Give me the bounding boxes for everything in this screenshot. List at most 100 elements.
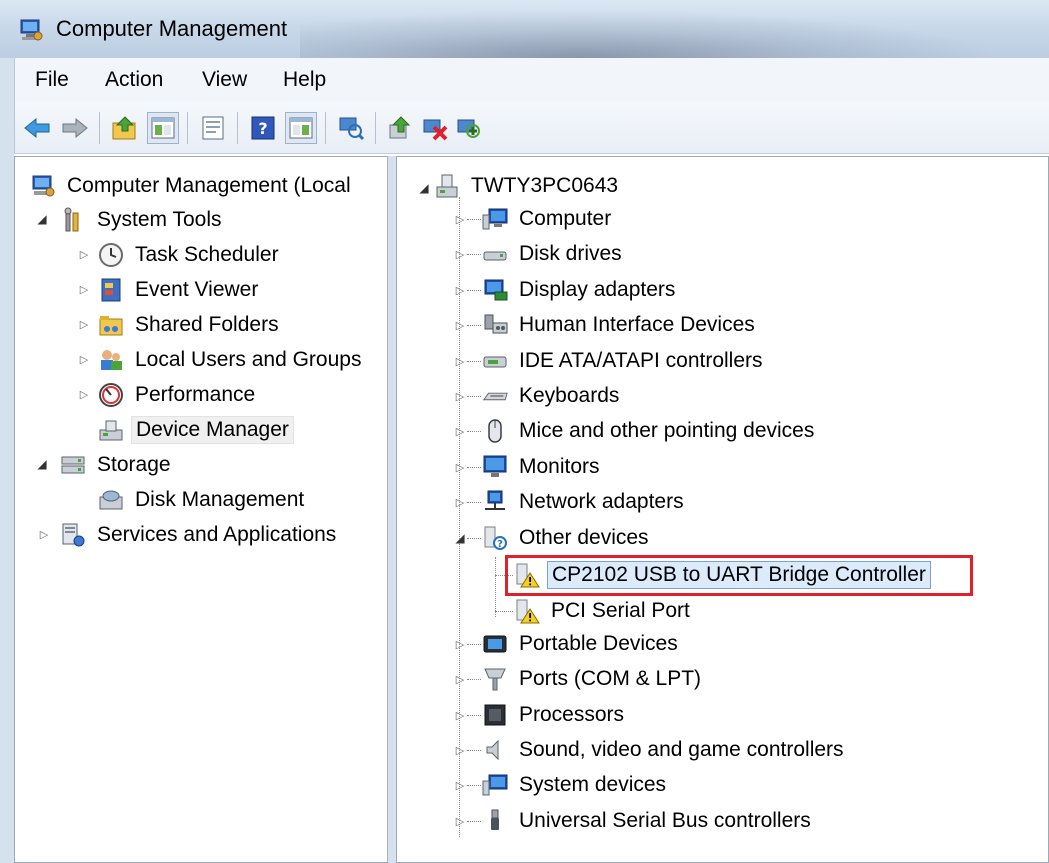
expand-arrow-icon[interactable]: ▷	[453, 495, 467, 509]
device-label: PCI Serial Port	[551, 599, 690, 622]
device-category[interactable]: System devices	[481, 768, 670, 802]
expand-arrow-icon[interactable]: ▷	[453, 354, 467, 368]
device-category[interactable]: ? Other devices	[481, 521, 653, 555]
device-category[interactable]: Human Interface Devices	[481, 308, 759, 342]
expand-arrow-icon[interactable]: ▷	[453, 672, 467, 686]
device-category[interactable]: Ports (COM & LPT)	[481, 662, 705, 696]
device-category-label: Disk drives	[519, 242, 622, 265]
tree-shared-folders[interactable]: Shared Folders	[97, 308, 283, 342]
device-category[interactable]: Monitors	[481, 450, 604, 484]
collapse-arrow-icon[interactable]: ◢	[35, 457, 49, 471]
title-bar-glass	[300, 10, 1000, 58]
tree-connector	[467, 502, 481, 503]
svg-text:?: ?	[497, 539, 503, 550]
uninstall-icon[interactable]	[419, 112, 451, 144]
system-tools-icon	[59, 206, 87, 234]
expand-arrow-icon[interactable]: ▷	[453, 778, 467, 792]
expand-arrow-icon[interactable]: ▷	[453, 637, 467, 651]
menu-help[interactable]: Help	[283, 68, 326, 92]
device-category[interactable]: Network adapters	[481, 485, 688, 519]
tree-local-users[interactable]: Local Users and Groups	[97, 343, 365, 377]
users-icon	[97, 346, 125, 374]
expand-arrow-icon[interactable]: ▷	[453, 460, 467, 474]
expand-arrow-icon[interactable]: ▷	[453, 318, 467, 332]
monitor-icon	[481, 453, 509, 481]
disk-management-icon	[97, 486, 125, 514]
enable-device-icon[interactable]	[453, 112, 485, 144]
device-category[interactable]: Sound, video and game controllers	[481, 733, 848, 767]
device-category[interactable]: Portable Devices	[481, 627, 682, 661]
up-folder-icon[interactable]	[109, 112, 141, 144]
highlight-box	[505, 555, 973, 596]
device-category-label: IDE ATA/ATAPI controllers	[519, 349, 763, 372]
expand-arrow-icon[interactable]: ▷	[77, 352, 91, 366]
tree-storage[interactable]: Storage	[59, 448, 175, 482]
tree-connector	[495, 611, 513, 612]
console-tree: Computer Management (Local ◢ System Tool…	[14, 156, 388, 863]
device-category[interactable]: IDE ATA/ATAPI controllers	[481, 344, 767, 378]
expand-arrow-icon[interactable]: ▷	[77, 282, 91, 296]
menu-view[interactable]: View	[202, 68, 247, 92]
back-icon[interactable]	[21, 112, 53, 144]
tree-computer-management[interactable]: Computer Management (Local	[29, 169, 355, 203]
device-category-label: Network adapters	[519, 490, 684, 513]
device-pci-serial[interactable]: PCI Serial Port	[513, 594, 694, 628]
expand-arrow-icon[interactable]: ▷	[37, 527, 51, 541]
expand-arrow-icon[interactable]: ▷	[453, 247, 467, 261]
device-category[interactable]: Keyboards	[481, 379, 623, 413]
device-category[interactable]: Universal Serial Bus controllers	[481, 804, 815, 838]
device-category-label: Display adapters	[519, 278, 676, 301]
computer-icon	[481, 205, 509, 233]
tree-label: Computer Management (Local	[67, 174, 351, 197]
tree-disk-management[interactable]: Disk Management	[97, 483, 308, 517]
scan-hardware-icon[interactable]	[335, 112, 367, 144]
expand-arrow-icon[interactable]: ▷	[77, 317, 91, 331]
tree-services-applications[interactable]: Services and Applications	[59, 518, 340, 552]
collapse-arrow-icon[interactable]: ◢	[453, 531, 467, 545]
tree-event-viewer[interactable]: Event Viewer	[97, 273, 262, 307]
expand-arrow-icon[interactable]: ▷	[453, 283, 467, 297]
pane-splitter[interactable]	[388, 156, 396, 863]
device-category[interactable]: Processors	[481, 698, 628, 732]
computer-management-icon	[20, 19, 43, 41]
expand-arrow-icon[interactable]: ▷	[453, 814, 467, 828]
tree-connector	[467, 679, 481, 680]
clock-icon	[97, 241, 125, 269]
expand-arrow-icon[interactable]: ▷	[77, 247, 91, 261]
properties-icon[interactable]	[197, 112, 229, 144]
menu-file[interactable]: File	[35, 68, 69, 92]
device-category[interactable]: Display adapters	[481, 273, 679, 307]
device-root[interactable]: TWTY3PC0643	[433, 169, 622, 203]
forward-icon[interactable]	[59, 112, 91, 144]
expand-arrow-icon[interactable]: ▷	[77, 387, 91, 401]
collapse-arrow-icon[interactable]: ◢	[35, 212, 49, 226]
tree-connector	[467, 750, 481, 751]
services-icon	[59, 521, 87, 549]
mouse-icon	[481, 417, 509, 445]
keyboard-icon	[481, 382, 509, 410]
device-category[interactable]: Computer	[481, 202, 615, 236]
show-tree-icon[interactable]	[147, 112, 179, 144]
show-action-pane-icon[interactable]	[285, 112, 317, 144]
menu-action[interactable]: Action	[105, 68, 163, 92]
tree-connector	[467, 254, 481, 255]
collapse-arrow-icon[interactable]: ◢	[417, 181, 431, 195]
expand-arrow-icon[interactable]: ▷	[453, 389, 467, 403]
tree-task-scheduler[interactable]: Task Scheduler	[97, 238, 283, 272]
svg-text:?: ?	[258, 119, 267, 138]
help-icon[interactable]: ?	[247, 112, 279, 144]
update-driver-icon[interactable]	[385, 112, 417, 144]
expand-arrow-icon[interactable]: ▷	[453, 708, 467, 722]
expand-arrow-icon[interactable]: ▷	[453, 743, 467, 757]
tree-system-tools[interactable]: System Tools	[59, 203, 226, 237]
tree-performance[interactable]: Performance	[97, 378, 259, 412]
warning-device-icon	[513, 597, 541, 625]
tree-connector	[467, 290, 481, 291]
toolbar-separator	[375, 112, 376, 144]
tree-connector	[467, 785, 481, 786]
device-category[interactable]: Disk drives	[481, 237, 626, 271]
device-category[interactable]: Mice and other pointing devices	[481, 414, 818, 448]
tree-device-manager[interactable]: Device Manager	[97, 413, 294, 447]
expand-arrow-icon[interactable]: ▷	[453, 212, 467, 226]
expand-arrow-icon[interactable]: ▷	[453, 424, 467, 438]
